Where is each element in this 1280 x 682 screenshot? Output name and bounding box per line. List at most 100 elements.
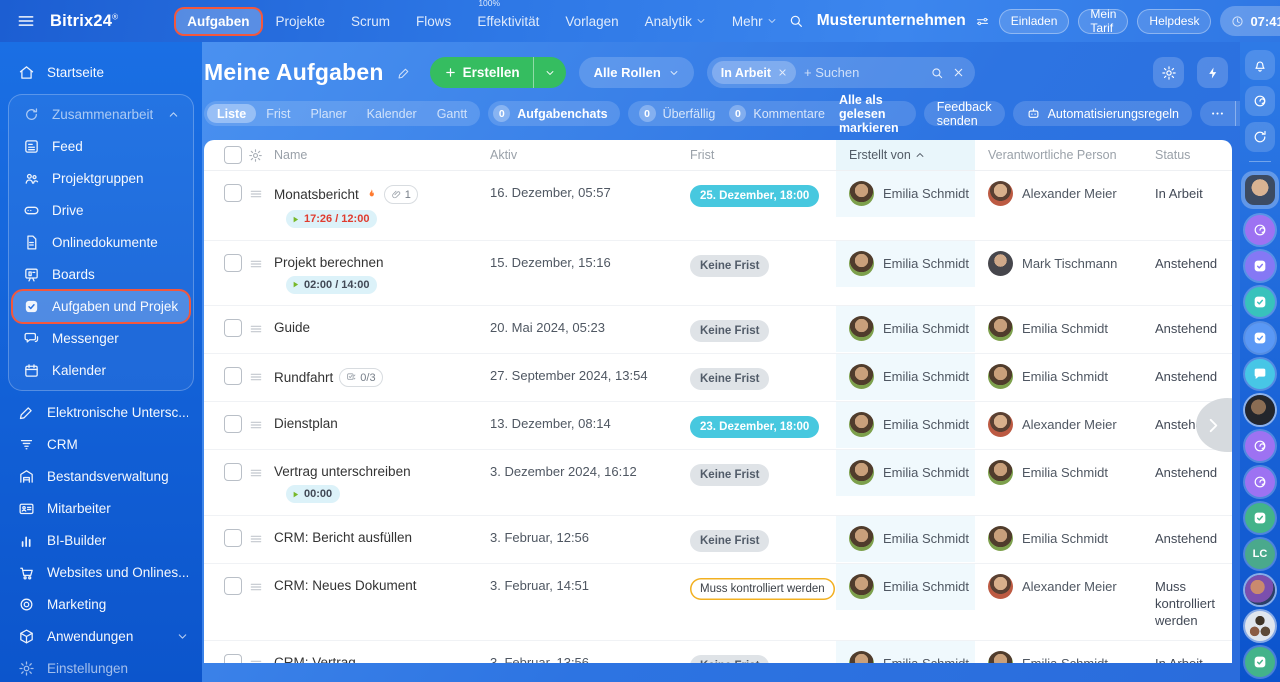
deadline-pill[interactable]: Keine Frist [690, 254, 770, 277]
sidebar-item-anwendungen[interactable]: Anwendungen [4, 621, 198, 652]
company-switch-icon[interactable] [975, 14, 990, 29]
drag-handle-icon[interactable] [248, 465, 264, 481]
drag-handle-icon[interactable] [248, 531, 264, 547]
task-name[interactable]: Vertrag unterschreiben [274, 464, 411, 479]
more-actions-button[interactable] [1199, 101, 1240, 126]
view-tab-gantt[interactable]: Gantt [427, 104, 478, 123]
view-tab-kalender[interactable]: Kalender [357, 104, 427, 123]
row-checkbox[interactable] [224, 415, 242, 433]
row-checkbox[interactable] [224, 463, 242, 481]
columns-gear-icon[interactable] [248, 148, 263, 163]
drag-handle-icon[interactable] [248, 256, 264, 272]
task-responsible[interactable]: Emilia Schmidt [975, 354, 1155, 400]
topnav-effektivitaet[interactable]: 100% Effektivität [466, 0, 550, 34]
task-responsible[interactable]: Emilia Schmidt [975, 516, 1155, 562]
table-row[interactable]: CRM: Neues Dokument 3. Februar, 14:51 Mu… [204, 563, 1232, 641]
task-name[interactable]: Monatsbericht [274, 187, 359, 202]
sidebar-item-mitarbeiter[interactable]: Mitarbeiter [4, 493, 198, 524]
sidebar-item-drive[interactable]: Drive [13, 195, 189, 226]
table-row[interactable]: Rundfahrt 0/3 27. September 2024, 13:54 … [204, 354, 1232, 402]
chat-history[interactable] [1245, 122, 1275, 152]
comments-counter[interactable]: 0 Kommentare [723, 105, 831, 122]
view-settings-button[interactable] [1153, 57, 1184, 88]
roles-filter-button[interactable]: Alle Rollen [578, 57, 694, 88]
sidebar-item-bestandsverwaltung[interactable]: Bestandsverwaltung [4, 461, 198, 492]
deadline-pill[interactable]: 25. Dezember, 18:00 [690, 185, 820, 207]
task-responsible[interactable]: Alexander Meier [975, 402, 1155, 448]
sidebar-item-aufgaben-und-projek[interactable]: Aufgaben und Projek... [13, 291, 189, 322]
column-header-aktiv[interactable]: Aktiv [490, 140, 690, 170]
view-tab-liste[interactable]: Liste [207, 104, 257, 123]
automation-rules-button[interactable]: Automatisierungsregeln [1012, 101, 1192, 126]
close-icon[interactable] [778, 68, 787, 77]
chevron-down-icon[interactable] [545, 68, 555, 78]
copilot[interactable] [1245, 86, 1275, 116]
mark-all-read-button[interactable]: Alle als gelesen markieren [833, 93, 905, 135]
copilot-chat[interactable] [1245, 431, 1275, 461]
company-name[interactable]: Musterunternehmen [817, 12, 966, 30]
task-creator[interactable]: Emilia Schmidt [836, 171, 975, 217]
task-chat[interactable] [1245, 251, 1275, 281]
chat-avatar[interactable] [1245, 575, 1275, 605]
sidebar-item-projektgruppen[interactable]: Projektgruppen [13, 163, 189, 194]
topnav-scrum[interactable]: Scrum [340, 9, 401, 34]
task-chat[interactable] [1245, 323, 1275, 353]
task-name[interactable]: Projekt berechnen [274, 255, 384, 270]
task-responsible[interactable]: Alexander Meier [975, 171, 1155, 217]
view-tab-planer[interactable]: Planer [301, 104, 357, 123]
topnav-projekte[interactable]: Projekte [265, 9, 337, 34]
group-chat-avatar[interactable] [1245, 611, 1275, 641]
chat[interactable] [1245, 359, 1275, 389]
row-checkbox[interactable] [224, 184, 242, 202]
task-creator[interactable]: Emilia Schmidt [836, 450, 975, 496]
column-header-erstellt-von[interactable]: Erstellt von [836, 140, 975, 170]
drag-handle-icon[interactable] [248, 417, 264, 433]
task-responsible[interactable]: Emilia Schmidt [975, 641, 1155, 663]
task-name[interactable]: CRM: Neues Dokument [274, 578, 417, 593]
table-row[interactable]: CRM: Bericht ausfüllen 3. Februar, 12:56… [204, 515, 1232, 564]
task-responsible[interactable]: Emilia Schmidt [975, 450, 1155, 496]
drag-handle-icon[interactable] [248, 656, 264, 663]
task-timer[interactable]: 02:00 / 14:00 [286, 275, 378, 294]
task-creator[interactable]: Emilia Schmidt [836, 306, 975, 352]
drag-handle-icon[interactable] [248, 579, 264, 595]
table-row[interactable]: Vertrag unterschreiben 00:00 3. Dezember… [204, 450, 1232, 516]
sidebar-item-startseite[interactable]: Startseite [4, 57, 198, 88]
sidebar-item-bi-builder[interactable]: BI-Builder [4, 525, 198, 556]
task-creator[interactable]: Emilia Schmidt [836, 240, 975, 287]
task-chat[interactable] [1245, 503, 1275, 533]
task-creator[interactable]: Emilia Schmidt [836, 515, 975, 562]
task-timer[interactable]: 00:00 [286, 485, 341, 503]
table-row[interactable]: Monatsbericht 1 17:26 / 12:00 16. Dezemb… [204, 171, 1232, 241]
task-timer[interactable]: 17:26 / 12:00 [286, 210, 378, 228]
create-task-button[interactable]: Erstellen [429, 57, 566, 88]
task-name[interactable]: Dienstplan [274, 416, 338, 431]
drag-handle-icon[interactable] [248, 369, 264, 385]
row-checkbox[interactable] [224, 319, 242, 337]
invite-button[interactable]: Einladen [998, 8, 1070, 34]
deadline-pill[interactable]: Keine Frist [690, 529, 770, 552]
notifications[interactable] [1245, 50, 1275, 80]
sidebar-item-einstellungen[interactable]: Einstellungen [4, 653, 198, 682]
sidebar-item-boards[interactable]: Boards [13, 259, 189, 290]
logo[interactable]: Bitrix24® [50, 12, 118, 31]
task-responsible[interactable]: Mark Tischmann [975, 241, 1155, 287]
sidebar-item-marketing[interactable]: Marketing [4, 589, 198, 620]
column-header-frist[interactable]: Frist [690, 140, 836, 170]
task-name[interactable]: CRM: Bericht ausfüllen [274, 530, 412, 545]
task-creator[interactable]: Emilia Schmidt [836, 640, 975, 663]
overdue-counter[interactable]: 0 Überfällig [633, 105, 722, 122]
task-creator[interactable]: Emilia Schmidt [836, 563, 975, 610]
search-icon[interactable] [930, 66, 944, 80]
task-name[interactable]: Guide [274, 320, 310, 335]
column-header-name[interactable]: Name [274, 140, 490, 170]
row-checkbox[interactable] [224, 528, 242, 547]
task-chats-counter[interactable]: 0 Aufgabenchats [488, 101, 620, 126]
table-row[interactable]: CRM: Vertrag 3. Februar, 13:56 Keine Fri… [204, 640, 1232, 664]
column-header-verantwortliche-person[interactable]: Verantwortliche Person [975, 140, 1155, 170]
task-name[interactable]: CRM: Vertrag [274, 655, 356, 664]
clear-search-icon[interactable] [953, 67, 964, 78]
task-chat[interactable] [1245, 647, 1275, 677]
task-name[interactable]: Rundfahrt [274, 370, 333, 385]
chat-avatar[interactable] [1245, 395, 1275, 425]
